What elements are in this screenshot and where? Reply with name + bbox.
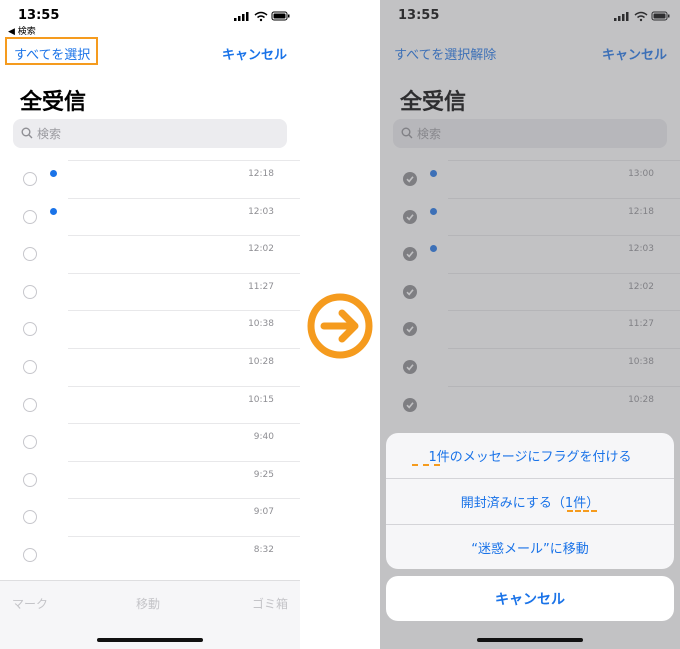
move-to-junk-button[interactable]: “迷惑メール”に移動 [386, 525, 674, 569]
row-divider [68, 272, 300, 274]
right-screen: 13:55 すべてを選択解除 キャンセル 全受信 検索 13:00 12:18 12… [380, 0, 680, 649]
highlight-underline [412, 464, 440, 466]
row-divider [68, 235, 300, 237]
select-circle-icon[interactable] [23, 209, 37, 224]
row-divider [68, 160, 300, 161]
search-icon [21, 127, 33, 139]
select-all-button[interactable]: すべてを選択 [14, 44, 90, 63]
select-circle-icon[interactable] [23, 435, 37, 450]
row-divider [68, 348, 300, 349]
row-divider [68, 310, 300, 312]
flag-message-button[interactable]: 1件のメッセージにフラグを付ける [386, 433, 674, 478]
select-circle-icon[interactable] [23, 322, 37, 337]
row-divider [68, 536, 300, 537]
select-circle-icon[interactable] [23, 360, 37, 374]
highlight-underline [567, 510, 597, 512]
left-screen: 13:55 ◀ 検索 すべてを選択 キャンセル 全受信 検索 12:18 12:0… [0, 0, 300, 649]
select-circle-icon[interactable] [23, 548, 37, 562]
unread-dot-icon [50, 207, 57, 215]
search-placeholder: 検索 [37, 127, 62, 141]
message-time: 8:32 [253, 545, 274, 555]
message-time: 12:03 [248, 206, 274, 217]
arrow-right-icon [307, 293, 373, 359]
message-row[interactable]: 11:27 [0, 272, 300, 311]
search-input[interactable]: 検索 [13, 119, 287, 148]
select-circle-icon[interactable] [23, 172, 37, 186]
sheet-cancel-button[interactable]: キャンセル [386, 576, 674, 621]
message-row[interactable]: 9:40 [0, 423, 300, 461]
message-time: 9:07 [253, 507, 274, 518]
home-indicator [477, 638, 583, 642]
back-to-search-link[interactable]: ◀ 検索 [8, 24, 36, 37]
select-circle-icon[interactable] [23, 397, 37, 412]
message-time: 10:28 [248, 357, 274, 367]
select-circle-icon[interactable] [23, 510, 37, 525]
message-time: 11:27 [248, 281, 274, 292]
select-circle-icon[interactable] [23, 472, 37, 487]
message-row[interactable]: 8:32 [0, 536, 300, 574]
mark-button[interactable]: マーク [12, 595, 48, 612]
unread-dot-icon [50, 170, 57, 177]
mark-as-read-button[interactable]: 開封済みにする（1件） [386, 479, 674, 524]
row-divider [68, 385, 300, 387]
message-row[interactable]: 10:15 [0, 385, 300, 424]
select-circle-icon[interactable] [23, 247, 37, 262]
message-row[interactable]: 9:25 [0, 460, 300, 499]
bottom-toolbar: マーク 移動 ゴミ箱 [0, 580, 300, 649]
message-row[interactable]: 9:07 [0, 498, 300, 536]
message-row[interactable]: 12:02 [0, 235, 300, 273]
message-time: 9:40 [253, 432, 274, 443]
message-row[interactable]: 12:03 [0, 197, 300, 236]
move-button[interactable]: 移動 [136, 595, 160, 612]
message-row[interactable]: 10:38 [0, 310, 300, 348]
message-time: 10:15 [248, 394, 274, 405]
message-row[interactable]: 10:28 [0, 348, 300, 386]
home-indicator [97, 638, 203, 642]
action-sheet: 1件のメッセージにフラグを付ける 開封済みにする（1件） “迷惑メール”に移動 [386, 433, 674, 569]
row-divider [68, 498, 300, 500]
trash-button[interactable]: ゴミ箱 [252, 595, 288, 612]
page-title: 全受信 [20, 90, 87, 115]
row-divider [68, 423, 300, 425]
message-time: 9:25 [253, 469, 274, 480]
message-time: 10:38 [248, 319, 274, 330]
select-circle-icon[interactable] [23, 284, 37, 299]
cancel-button[interactable]: キャンセル [222, 44, 287, 63]
status-icons [234, 11, 290, 22]
message-row[interactable]: 12:18 [0, 160, 300, 198]
message-time: 12:18 [248, 169, 274, 179]
row-divider [68, 460, 300, 462]
message-time: 12:02 [248, 244, 274, 255]
row-divider [68, 197, 300, 199]
status-time: 13:55 [18, 8, 60, 23]
